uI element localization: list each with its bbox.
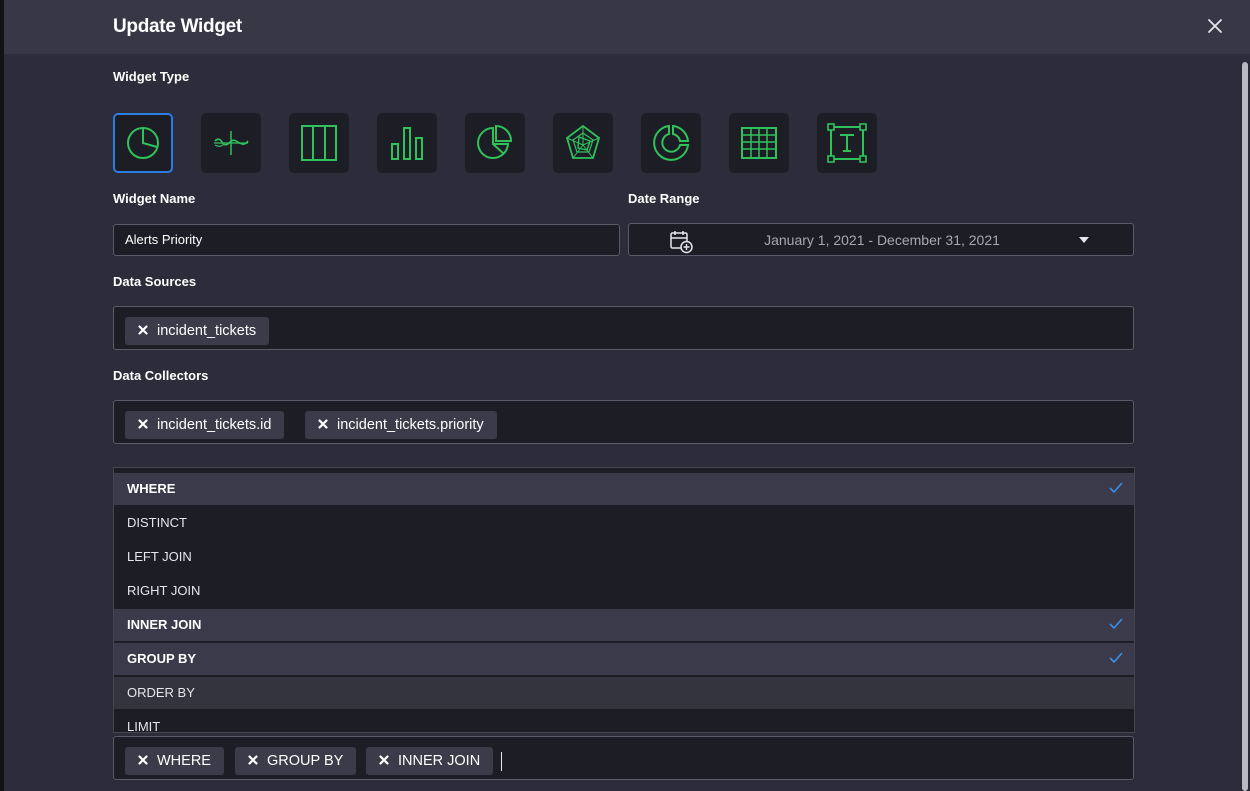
option-label: INNER JOIN bbox=[127, 617, 202, 632]
option-label: LIMIT bbox=[127, 719, 161, 733]
update-widget-modal: Update Widget Widget Type Widget Name Al… bbox=[4, 0, 1250, 791]
remove-icon[interactable] bbox=[379, 755, 389, 765]
widget-type-pie-exploded[interactable] bbox=[465, 113, 525, 173]
remove-icon[interactable] bbox=[138, 419, 148, 429]
data-collector-chip: incident_tickets.id bbox=[125, 411, 285, 439]
clause-dropdown-menu: WHERE DISTINCT LEFT JOIN RIGHT JOIN INNE… bbox=[113, 467, 1135, 733]
data-collectors-label: Data Collectors bbox=[113, 368, 209, 383]
widget-type-bar-chart[interactable] bbox=[377, 113, 437, 173]
chip-label: WHERE bbox=[157, 753, 211, 769]
clause-option-order-by[interactable]: ORDER BY bbox=[114, 677, 1134, 709]
data-sources-label: Data Sources bbox=[113, 274, 197, 289]
clause-option-inner-join[interactable]: INNER JOIN bbox=[114, 609, 1134, 641]
date-range-value: January 1, 2021 - December 31, 2021 bbox=[764, 232, 1000, 248]
remove-icon[interactable] bbox=[318, 419, 328, 429]
text-cursor bbox=[501, 752, 502, 771]
modal-header: Update Widget bbox=[4, 0, 1250, 54]
widget-type-radar-chart[interactable] bbox=[553, 113, 613, 173]
option-label: LEFT JOIN bbox=[127, 549, 192, 564]
clause-option-where[interactable]: WHERE bbox=[114, 473, 1134, 505]
clauses-field[interactable]: WHERE GROUP BY INNER JOIN bbox=[113, 736, 1134, 780]
data-source-chip: incident_tickets bbox=[125, 317, 270, 345]
scrollbar-thumb[interactable] bbox=[1242, 62, 1248, 791]
data-collector-chip: incident_tickets.priority bbox=[305, 411, 497, 439]
clause-option-group-by[interactable]: GROUP BY bbox=[114, 643, 1134, 675]
widget-type-text[interactable] bbox=[817, 113, 877, 173]
clause-chip: GROUP BY bbox=[235, 747, 357, 775]
date-range-label: Date Range bbox=[628, 191, 700, 206]
check-icon bbox=[1109, 618, 1123, 630]
widget-type-pie-chart[interactable] bbox=[113, 113, 173, 173]
clause-option-distinct[interactable]: DISTINCT bbox=[114, 507, 1134, 539]
chip-label: incident_tickets bbox=[157, 323, 257, 339]
widget-name-label: Widget Name bbox=[113, 191, 196, 206]
pie-chart-icon bbox=[127, 127, 159, 159]
clause-option-right-join[interactable]: RIGHT JOIN bbox=[114, 575, 1134, 607]
donut-icon bbox=[653, 124, 690, 161]
clause-chip: WHERE bbox=[125, 747, 224, 775]
check-icon bbox=[1109, 652, 1123, 664]
widget-name-input[interactable]: Alerts Priority bbox=[113, 224, 620, 256]
text-box-icon bbox=[827, 123, 867, 163]
caret-down-icon bbox=[1079, 237, 1089, 243]
bar-chart-icon bbox=[391, 127, 423, 160]
clause-chip: INNER JOIN bbox=[366, 747, 494, 775]
option-label: ORDER BY bbox=[127, 685, 195, 700]
remove-icon[interactable] bbox=[248, 755, 258, 765]
option-label: RIGHT JOIN bbox=[127, 583, 201, 598]
data-sources-field[interactable]: incident_tickets bbox=[113, 306, 1134, 350]
pie-exploded-icon bbox=[477, 124, 513, 159]
chip-label: incident_tickets.priority bbox=[337, 417, 484, 433]
check-icon bbox=[1109, 482, 1123, 494]
chip-label: GROUP BY bbox=[267, 753, 344, 769]
option-label: WHERE bbox=[127, 481, 176, 496]
scrollbar[interactable] bbox=[1240, 62, 1250, 791]
remove-icon[interactable] bbox=[138, 755, 148, 765]
widget-type-line-chart[interactable] bbox=[201, 113, 261, 173]
data-collectors-field[interactable]: incident_tickets.id incident_tickets.pri… bbox=[113, 400, 1134, 444]
radar-icon bbox=[565, 124, 601, 159]
widget-type-donut-chart[interactable] bbox=[641, 113, 701, 173]
clause-option-left-join[interactable]: LEFT JOIN bbox=[114, 541, 1134, 573]
clause-option-limit[interactable]: LIMIT bbox=[114, 711, 1134, 733]
remove-icon[interactable] bbox=[138, 325, 148, 335]
close-icon[interactable] bbox=[1204, 15, 1226, 37]
line-chart-icon bbox=[214, 131, 249, 155]
option-label: DISTINCT bbox=[127, 515, 187, 530]
date-range-select[interactable]: January 1, 2021 - December 31, 2021 bbox=[628, 223, 1134, 256]
widget-type-label: Widget Type bbox=[113, 69, 190, 84]
widget-type-column-layout[interactable] bbox=[289, 113, 349, 173]
chip-label: INNER JOIN bbox=[398, 753, 481, 769]
option-label: GROUP BY bbox=[127, 651, 197, 666]
modal-title: Update Widget bbox=[113, 16, 242, 37]
widget-type-table[interactable] bbox=[729, 113, 789, 173]
columns-icon bbox=[301, 125, 337, 161]
chip-label: incident_tickets.id bbox=[157, 417, 272, 433]
table-icon bbox=[741, 127, 777, 159]
